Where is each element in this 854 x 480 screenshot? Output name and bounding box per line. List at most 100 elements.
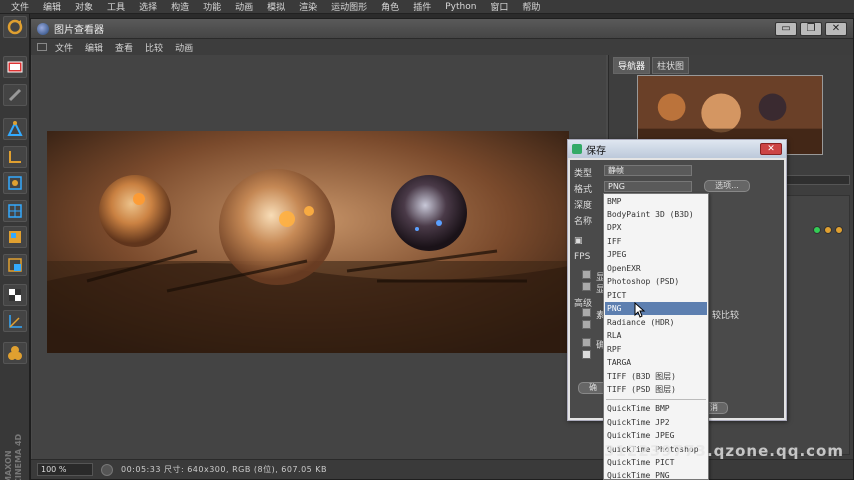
uv-mode-icon[interactable] xyxy=(3,254,27,276)
name-label: 名称 xyxy=(574,217,593,227)
viewer-menu-view[interactable]: 查看 xyxy=(109,41,139,54)
format-option-psd[interactable]: Photoshop (PSD) xyxy=(605,275,707,288)
image-info-text: 00:05:33 尺寸: 640x300, RGB (8位), 607.05 K… xyxy=(121,465,328,474)
menu-plugins[interactable]: 插件 xyxy=(406,0,438,13)
texture-mode-icon[interactable] xyxy=(3,226,27,248)
viewer-title: 图片查看器 xyxy=(54,25,104,36)
menu-character[interactable]: 角色 xyxy=(374,0,406,13)
format-option-qt-bmp[interactable]: QuickTime BMP xyxy=(605,402,707,415)
format-option-tiff-b3d[interactable]: TIFF (B3D 图层) xyxy=(605,370,707,383)
format-option-bmp[interactable]: BMP xyxy=(605,195,707,208)
dropdown-separator xyxy=(606,399,706,400)
menu-simulate[interactable]: 模拟 xyxy=(260,0,292,13)
save-dialog-title: 保存 xyxy=(586,145,606,157)
edge-mode-icon[interactable] xyxy=(3,146,27,168)
mouse-cursor-icon xyxy=(634,302,646,318)
fps-label: FPS xyxy=(574,252,591,262)
viewer-menubar: 文件 编辑 查看 比较 动画 xyxy=(31,39,853,55)
film-icon[interactable] xyxy=(3,56,27,78)
menu-window[interactable]: 窗口 xyxy=(483,0,515,13)
format-option-hdr[interactable]: Radiance (HDR) xyxy=(605,316,707,329)
menu-select[interactable]: 选择 xyxy=(132,0,164,13)
menu-file[interactable]: 文件 xyxy=(4,0,36,13)
status-bar: 100 % 00:05:33 尺寸: 640x300, RGB (8位), 60… xyxy=(31,459,853,479)
zoom-field[interactable]: 100 % xyxy=(37,463,93,476)
dialog-close-button[interactable]: ✕ xyxy=(760,143,782,155)
checker-icon[interactable] xyxy=(3,284,27,306)
bone-icon[interactable] xyxy=(3,84,27,106)
menu-create[interactable]: 构造 xyxy=(164,0,196,13)
tab-histogram[interactable]: 柱状图 xyxy=(652,57,690,74)
format-option-openexr[interactable]: OpenEXR xyxy=(605,262,707,275)
option-checkbox-4[interactable] xyxy=(582,320,591,329)
hamburger-icon[interactable] xyxy=(37,43,47,51)
menu-edit[interactable]: 编辑 xyxy=(36,0,68,13)
option-checkbox-2[interactable] xyxy=(582,282,591,291)
rendered-image xyxy=(47,131,569,353)
format-option-dpx[interactable]: DPX xyxy=(605,221,707,234)
grid-icon[interactable] xyxy=(3,200,27,222)
app-icon xyxy=(37,22,49,35)
menu-tools[interactable]: 工具 xyxy=(100,0,132,13)
format-option-jpeg[interactable]: JPEG xyxy=(605,248,707,261)
viewer-menu-file[interactable]: 文件 xyxy=(49,41,79,54)
format-option-rla[interactable]: RLA xyxy=(605,329,707,342)
polygon-mode-icon[interactable] xyxy=(3,118,27,140)
format-label: 格式 xyxy=(574,185,593,195)
menu-functions[interactable]: 功能 xyxy=(196,0,228,13)
format-option-pict[interactable]: PICT xyxy=(605,289,707,302)
format-option-b3d[interactable]: BodyPaint 3D (B3D) xyxy=(605,208,707,221)
save-dialog-titlebar[interactable]: 保存 xyxy=(568,140,786,158)
logo-cinema4d: CINEMA 4D xyxy=(14,433,23,480)
viewer-menu-edit[interactable]: 编辑 xyxy=(79,41,109,54)
tab-navigator[interactable]: 导航器 xyxy=(613,57,651,74)
minimize-button[interactable]: ▭ xyxy=(775,22,797,36)
points-mode-icon[interactable] xyxy=(3,172,27,194)
format-select[interactable]: PNG xyxy=(604,181,692,192)
left-toolbar: MAXON CINEMA 4D xyxy=(0,14,30,480)
menu-render[interactable]: 渲染 xyxy=(292,0,324,13)
watermark-text: 312239773.qzone.qq.com xyxy=(604,442,844,460)
status-dot-orange[interactable] xyxy=(824,226,832,234)
logo-maxon: MAXON xyxy=(4,450,13,480)
format-dropdown: BMP BodyPaint 3D (B3D) DPX IFF JPEG Open… xyxy=(603,193,709,480)
undo-icon[interactable] xyxy=(3,16,27,38)
depth-label: 深度 xyxy=(574,201,593,211)
type-label: 类型 xyxy=(574,169,593,179)
sculpt-icon[interactable] xyxy=(3,342,27,364)
format-option-targa[interactable]: TARGA xyxy=(605,356,707,369)
option-checkbox-5[interactable] xyxy=(582,338,591,347)
options-button[interactable]: 选项... xyxy=(704,180,750,192)
status-dot-orange-2[interactable] xyxy=(835,226,843,234)
menu-mograph[interactable]: 运动图形 xyxy=(324,0,374,13)
type-select[interactable]: 静帧 xyxy=(604,165,692,176)
viewer-menu-animation[interactable]: 动画 xyxy=(169,41,199,54)
compare-label: 较比较 xyxy=(712,311,740,321)
main-menubar: 文件 编辑 对象 工具 选择 构造 功能 动画 模拟 渲染 运动图形 角色 插件… xyxy=(0,0,854,14)
restore-button[interactable]: ❐ xyxy=(800,22,822,36)
viewer-menu-compare[interactable]: 比较 xyxy=(139,41,169,54)
format-option-qt-jp2[interactable]: QuickTime JP2 xyxy=(605,416,707,429)
axis-icon[interactable] xyxy=(3,310,27,332)
option-checkbox-1[interactable] xyxy=(582,270,591,279)
format-option-png[interactable]: PNG xyxy=(605,302,707,315)
menu-help[interactable]: 帮助 xyxy=(515,0,547,13)
zoom-button[interactable] xyxy=(101,463,113,476)
viewer-titlebar[interactable]: 图片查看器 ▭ ❐ ✕ xyxy=(31,19,853,39)
format-option-rpf[interactable]: RPF xyxy=(605,343,707,356)
format-option-iff[interactable]: IFF xyxy=(605,235,707,248)
format-option-qt-jpeg[interactable]: QuickTime JPEG xyxy=(605,429,707,442)
close-button[interactable]: ✕ xyxy=(825,22,847,36)
format-option-tiff-psd[interactable]: TIFF (PSD 图层) xyxy=(605,383,707,396)
format-option-qt-png[interactable]: QuickTime PNG xyxy=(605,469,707,479)
dialog-icon xyxy=(572,144,582,154)
floppy-icon[interactable]: ▣ xyxy=(574,236,583,246)
image-canvas[interactable] xyxy=(32,55,606,459)
option-checkbox-6[interactable] xyxy=(582,350,591,359)
status-dot-green[interactable] xyxy=(813,226,821,234)
option-checkbox-3[interactable] xyxy=(582,308,591,317)
menu-python[interactable]: Python xyxy=(438,2,483,12)
menu-object[interactable]: 对象 xyxy=(68,0,100,13)
cinema4d-logo: MAXON CINEMA 4D xyxy=(0,414,30,480)
menu-animation[interactable]: 动画 xyxy=(228,0,260,13)
